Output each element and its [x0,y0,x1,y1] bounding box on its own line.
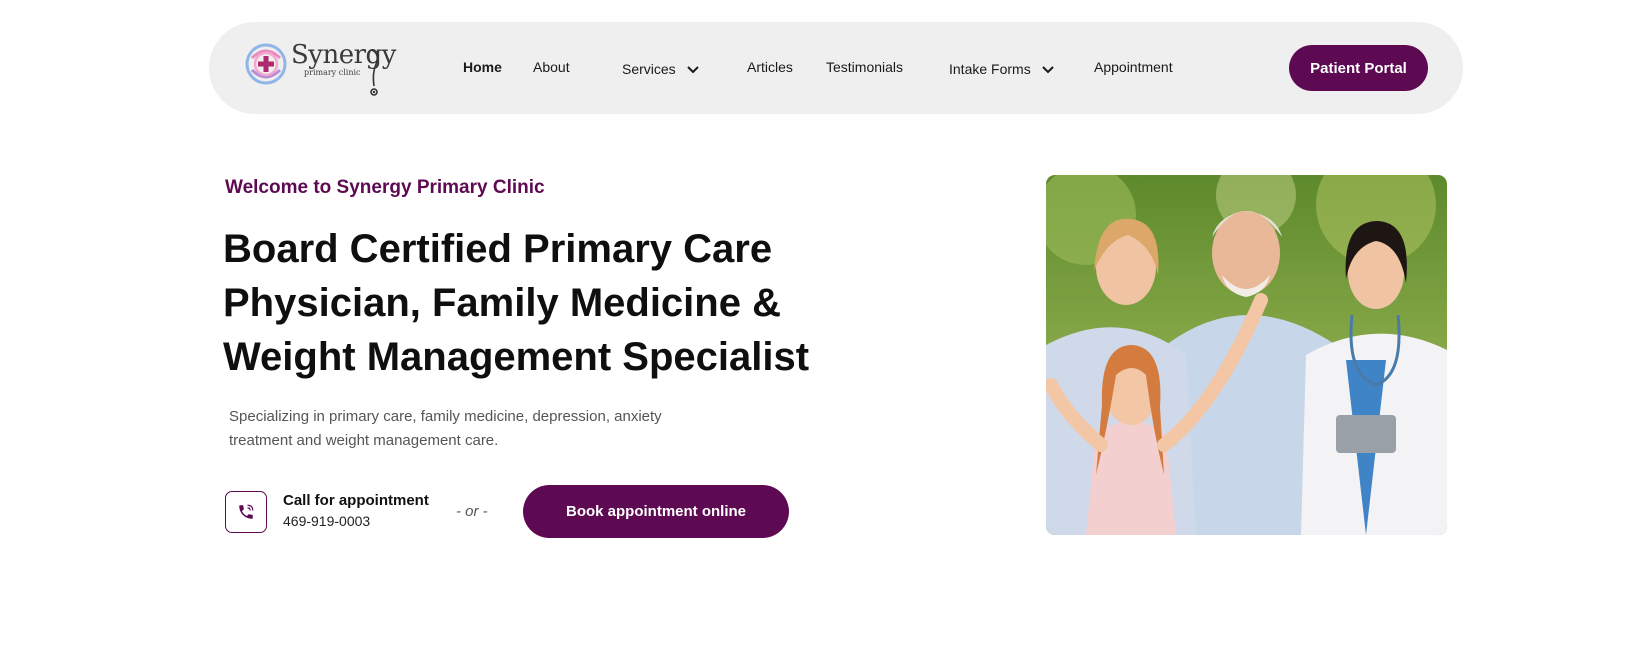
family-with-doctor-photo-icon [1046,175,1447,535]
logo[interactable]: Synergy primary clinic [244,40,396,96]
chevron-down-icon [687,65,699,73]
nav-appointment[interactable]: Appointment [1094,59,1173,75]
nav-intake-forms-label: Intake Forms [949,61,1031,77]
nav-intake-forms[interactable]: Intake Forms [949,59,1054,78]
nav-about[interactable]: About [533,59,570,75]
phone-icon [239,504,254,519]
logo-emblem-icon [245,43,287,85]
phone-call-button[interactable] [225,491,267,533]
nav-articles[interactable]: Articles [747,59,793,75]
nav-testimonials[interactable]: Testimonials [826,59,903,75]
patient-portal-button[interactable]: Patient Portal [1289,45,1428,91]
hero-headline: Board Certified Primary Care Physician, … [223,222,843,384]
description-line: treatment and weight management care. [229,432,499,449]
hero-photo [1046,175,1447,535]
welcome-heading: Welcome to Synergy Primary Clinic [225,177,545,198]
nav-services-label: Services [622,61,676,77]
call-for-appointment-label: Call for appointment [283,492,429,509]
headline-line: Weight Management Specialist [223,335,810,379]
header-nav-bar: Synergy primary clinic Home About Servic… [209,22,1463,114]
chevron-down-icon [1042,65,1054,73]
hero-description: Specializing in primary care, family med… [229,405,729,453]
nav-home[interactable]: Home [463,59,502,75]
stethoscope-icon [370,49,379,96]
phone-number-link[interactable]: 469-919-0003 [283,513,370,529]
description-line: Specializing in primary care, family med… [229,408,662,425]
headline-line: Board Certified Primary Care [223,227,773,271]
nav-services[interactable]: Services [622,59,699,78]
or-separator: - or - [456,503,488,520]
headline-line: Physician, Family Medicine & [223,281,781,325]
logo-tagline: primary clinic [304,68,361,77]
book-appointment-button[interactable]: Book appointment online [523,485,789,538]
